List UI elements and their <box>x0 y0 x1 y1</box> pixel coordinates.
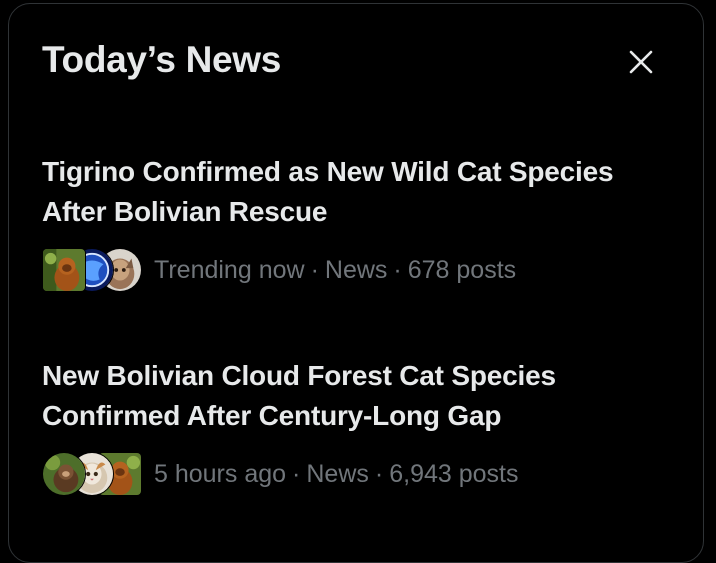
close-icon <box>629 50 653 74</box>
meta-separator: · <box>393 255 402 284</box>
news-time: 5 hours ago <box>154 459 287 488</box>
news-category: News <box>324 255 388 284</box>
news-post-count: 6,943 posts <box>389 459 519 488</box>
news-meta-row: Trending now · News · 678 posts <box>42 248 672 292</box>
monkey-photo-avatar <box>42 452 86 496</box>
meta-separator: · <box>292 459 301 488</box>
news-time: Trending now <box>154 255 305 284</box>
news-post-count: 678 posts <box>407 255 517 284</box>
news-meta-row: 5 hours ago · News · 6,943 posts <box>42 452 672 496</box>
orangutan-photo-avatar <box>42 248 86 292</box>
avatar-stack <box>42 248 142 292</box>
panel-title: Today’s News <box>42 39 282 80</box>
news-category: News <box>306 459 369 488</box>
avatar-stack <box>42 452 142 496</box>
meta-separator: · <box>374 459 384 488</box>
news-item[interactable]: Tigrino Confirmed as New Wild Cat Specie… <box>42 152 672 292</box>
close-button[interactable] <box>621 42 661 82</box>
news-headline: Tigrino Confirmed as New Wild Cat Specie… <box>42 156 614 227</box>
news-meta: 5 hours ago · News · 6,943 posts <box>154 460 518 489</box>
news-item[interactable]: New Bolivian Cloud Forest Cat Species Co… <box>42 356 672 496</box>
meta-separator: · <box>310 255 319 284</box>
todays-news-panel: Today’s News Tigrino Confirmed as New Wi… <box>8 3 704 563</box>
news-meta: Trending now · News · 678 posts <box>154 256 516 285</box>
news-headline: New Bolivian Cloud Forest Cat Species Co… <box>42 360 556 431</box>
